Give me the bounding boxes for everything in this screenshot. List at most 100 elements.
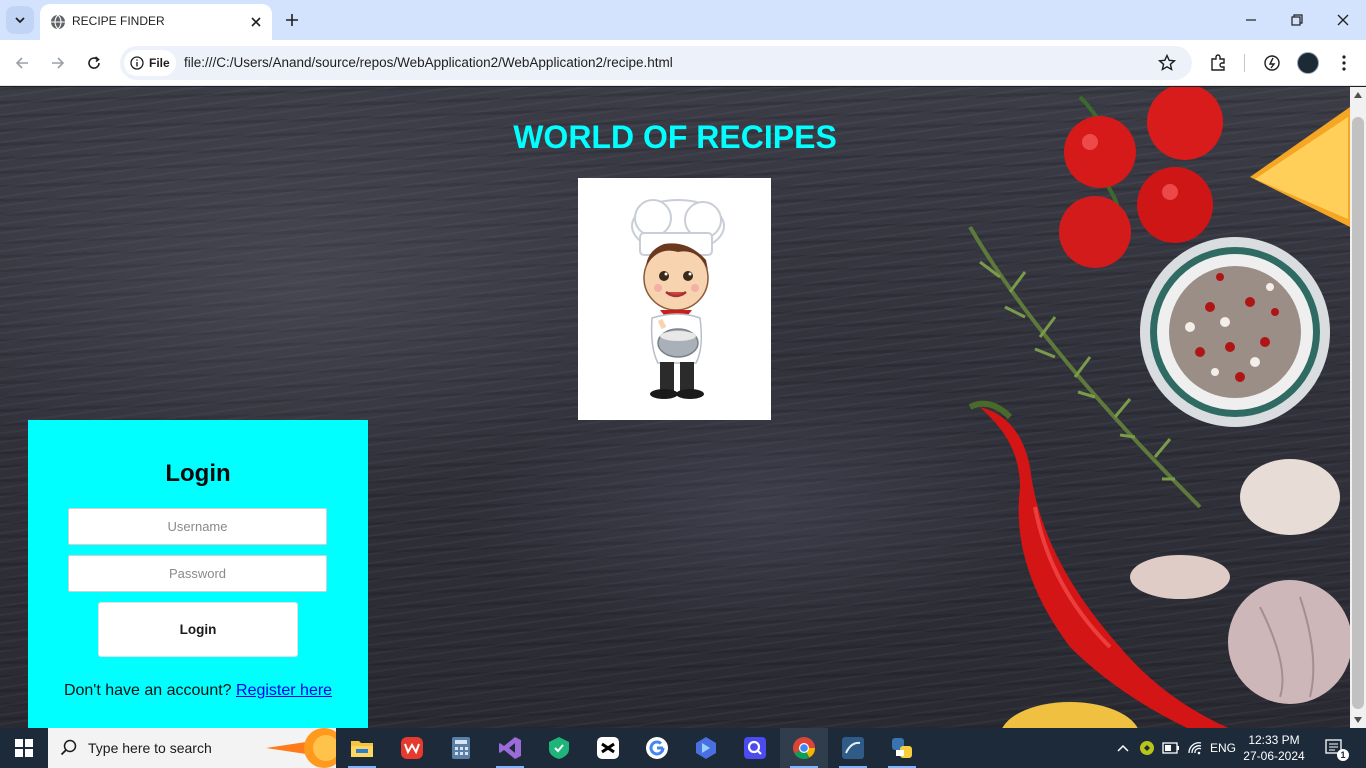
register-prompt: Don't have an account? Register here <box>28 682 368 700</box>
site-info-label: File <box>149 56 170 70</box>
tab-strip: RECIPE FINDER <box>0 0 1366 40</box>
page-title: WORLD OF RECIPES <box>513 119 837 155</box>
wifi-button[interactable] <box>1184 728 1206 768</box>
chef-image <box>578 178 771 420</box>
caret-up-icon <box>1354 92 1362 98</box>
mysql-workbench-icon <box>842 737 864 759</box>
performance-button[interactable] <box>1258 49 1286 77</box>
taskbar-quick-assist[interactable] <box>731 728 779 768</box>
close-icon <box>251 17 261 27</box>
battery-button[interactable] <box>1160 728 1182 768</box>
scroll-thumb[interactable] <box>1352 117 1364 709</box>
star-icon <box>1158 54 1176 71</box>
register-link[interactable]: Register here <box>236 682 332 699</box>
browser-toolbar: File file:///C:/Users/Anand/source/repos… <box>0 40 1366 86</box>
new-tab-button[interactable] <box>280 8 304 32</box>
login-panel: Login Login Don't have an account? Regis… <box>28 420 368 728</box>
username-input[interactable] <box>68 508 327 545</box>
tray-app-button[interactable] <box>1136 728 1158 768</box>
bookmark-button[interactable] <box>1156 52 1178 74</box>
notifications-button[interactable]: 1 <box>1318 728 1352 768</box>
taskbar-mysql-workbench[interactable] <box>829 728 877 768</box>
reload-button[interactable] <box>80 49 108 77</box>
caret-down-icon <box>1354 717 1362 723</box>
google-icon <box>646 737 668 759</box>
taskbar-google[interactable] <box>633 728 681 768</box>
notification-count: 1 <box>1337 749 1349 761</box>
globe-icon <box>51 14 65 30</box>
minimize-button[interactable] <box>1228 0 1274 40</box>
site-info-chip[interactable]: File <box>124 50 176 76</box>
visual-studio-icon <box>499 737 521 759</box>
close-icon <box>1337 14 1349 26</box>
taskbar-wps-office[interactable] <box>388 728 436 768</box>
taskbar-bing[interactable] <box>682 728 730 768</box>
login-heading: Login <box>165 460 231 487</box>
browser-tab[interactable]: RECIPE FINDER <box>40 4 272 40</box>
back-button[interactable] <box>8 49 36 77</box>
search-placeholder: Type here to search <box>88 740 212 756</box>
taskbar-file-explorer[interactable] <box>338 728 386 768</box>
wifi-icon <box>1188 742 1202 755</box>
search-highlight-icon <box>266 728 336 768</box>
calculator-icon <box>452 737 470 759</box>
plus-icon <box>286 14 298 26</box>
scroll-up-button[interactable] <box>1350 87 1366 103</box>
tab-title: RECIPE FINDER <box>72 14 165 28</box>
arrow-left-icon <box>15 57 28 69</box>
taskbar-chrome[interactable] <box>780 728 828 768</box>
tab-search-button[interactable] <box>6 6 34 34</box>
extensions-button[interactable] <box>1204 49 1232 77</box>
chef-illustration <box>631 199 725 399</box>
taskbar-kaspersky[interactable] <box>535 728 583 768</box>
battery-icon <box>1162 742 1179 754</box>
quick-assist-icon <box>744 737 766 759</box>
forward-button[interactable] <box>44 49 72 77</box>
capcut-icon <box>597 737 619 759</box>
puzzle-icon <box>1211 54 1225 71</box>
taskbar-search[interactable]: Type here to search <box>48 728 336 768</box>
password-input[interactable] <box>68 555 327 592</box>
shield-icon <box>549 737 569 759</box>
page-viewport: WORLD OF RECIPES Login Username Login Do… <box>0 87 1350 728</box>
start-button[interactable] <box>0 728 48 768</box>
menu-button[interactable] <box>1330 49 1358 77</box>
more-vert-icon <box>1342 55 1346 71</box>
windows-taskbar: Type here to search ENG 12:33 PM 27-06-2… <box>0 728 1366 768</box>
speed-icon <box>1264 55 1280 71</box>
minimize-icon <box>1246 19 1256 21</box>
clock-time: 12:33 PM <box>1248 733 1300 747</box>
taskbar-capcut[interactable] <box>584 728 632 768</box>
python-icon <box>892 738 912 758</box>
taskbar-calculator[interactable] <box>437 728 485 768</box>
wps-office-icon <box>401 737 423 759</box>
search-icon <box>60 739 77 756</box>
tab-close-button[interactable] <box>246 12 266 32</box>
chrome-icon <box>793 737 815 759</box>
chevron-down-icon <box>15 17 25 24</box>
scroll-down-button[interactable] <box>1350 712 1366 728</box>
url-text: file:///C:/Users/Anand/source/repos/WebA… <box>184 55 673 70</box>
login-button[interactable]: Login <box>98 602 298 657</box>
close-window-button[interactable] <box>1320 0 1366 40</box>
folder-icon <box>351 741 373 757</box>
toolbar-divider <box>1244 54 1245 72</box>
clock-date: 27-06-2024 <box>1243 749 1305 763</box>
address-bar[interactable]: File file:///C:/Users/Anand/source/repos… <box>120 46 1192 80</box>
restore-button[interactable] <box>1274 0 1320 40</box>
page-scrollbar[interactable] <box>1350 87 1366 728</box>
taskbar-python[interactable] <box>878 728 926 768</box>
food-background-image <box>968 87 1350 728</box>
language-indicator[interactable]: ENG <box>1208 728 1238 768</box>
bing-icon <box>696 737 716 759</box>
system-clock[interactable]: 12:33 PM 27-06-2024 <box>1238 732 1310 764</box>
restore-icon <box>1291 14 1303 26</box>
profile-avatar[interactable] <box>1297 52 1319 74</box>
arrow-right-icon <box>52 57 65 69</box>
tray-app-icon <box>1140 741 1154 755</box>
show-hidden-icons-button[interactable] <box>1112 728 1134 768</box>
register-prompt-text: Don't have an account? <box>63 682 232 699</box>
reload-icon <box>88 56 100 69</box>
windows-icon <box>15 739 33 757</box>
taskbar-visual-studio[interactable] <box>486 728 534 768</box>
